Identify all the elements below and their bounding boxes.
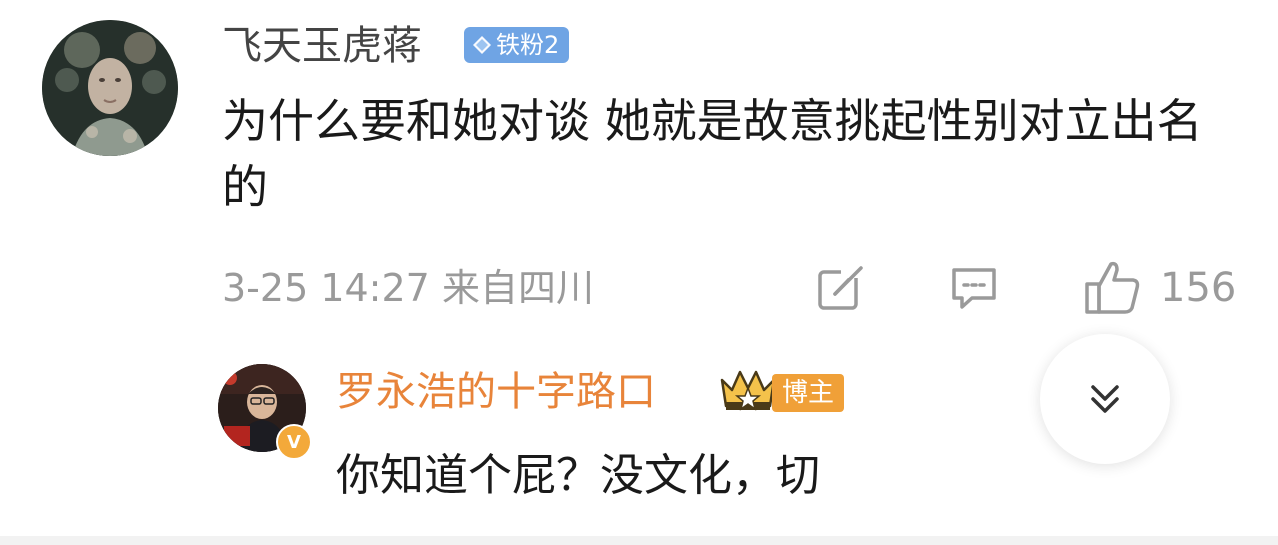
chevron-double-down-icon — [1091, 385, 1119, 413]
diamond-icon — [473, 36, 491, 54]
thumbs-up-icon — [1085, 261, 1140, 314]
reply-text: 你知道个屁？没文化，切 — [336, 450, 820, 501]
reply-button[interactable] — [948, 262, 1000, 314]
share-icon — [818, 264, 865, 310]
avatar-portrait-image — [42, 20, 178, 156]
expand-replies-button[interactable] — [1040, 334, 1170, 464]
blogger-badge: 博主 — [772, 374, 845, 412]
like-button[interactable] — [1083, 258, 1143, 318]
commenter-username[interactable]: 飞天玉虎蒋 — [222, 20, 422, 72]
fan-badge-label: 铁粉2 — [496, 31, 560, 59]
share-button[interactable] — [815, 262, 867, 314]
commenter-avatar[interactable] — [42, 20, 178, 156]
comment-time: 3-25 14:27 — [222, 266, 430, 310]
section-divider — [0, 536, 1278, 545]
comment-meta: 3-25 14:27 来自四川 — [222, 262, 594, 314]
fan-level-badge[interactable]: 铁粉2 — [464, 27, 570, 63]
like-count: 156 — [1160, 265, 1237, 311]
comment-location: 来自四川 — [441, 266, 594, 310]
comment-text: 为什么要和她对谈 她就是故意挑起性别对立出名的 — [222, 94, 1203, 214]
comment-icon — [952, 268, 996, 309]
replier-username[interactable]: 罗永浩的十字路口 — [336, 366, 656, 418]
crown-icon — [718, 366, 778, 412]
verified-icon: V — [276, 424, 312, 460]
